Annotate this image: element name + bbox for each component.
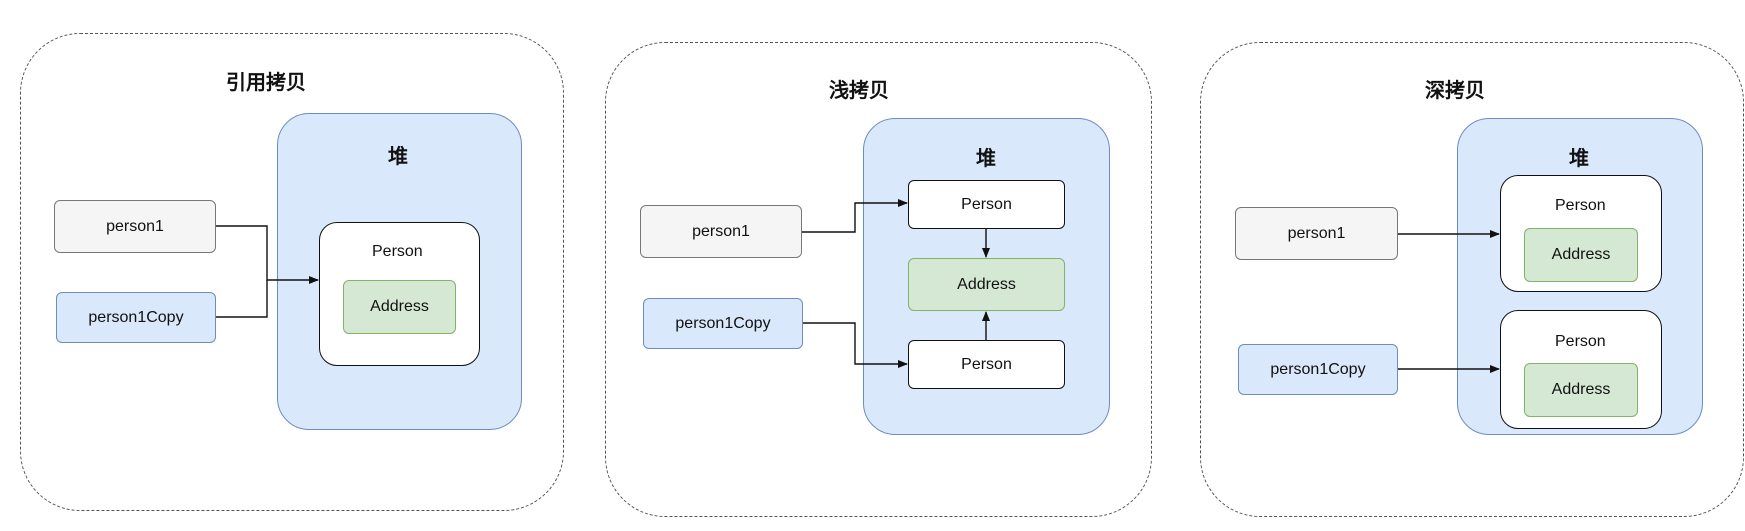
arrow-person1-to-person-top (802, 199, 908, 233)
connector-layer (216, 199, 1500, 373)
arrow-person1-to-person (216, 225, 319, 284)
arrow-person1copy-to-person-bottom (803, 322, 908, 368)
arrow-person1copy-to-person (216, 280, 268, 318)
